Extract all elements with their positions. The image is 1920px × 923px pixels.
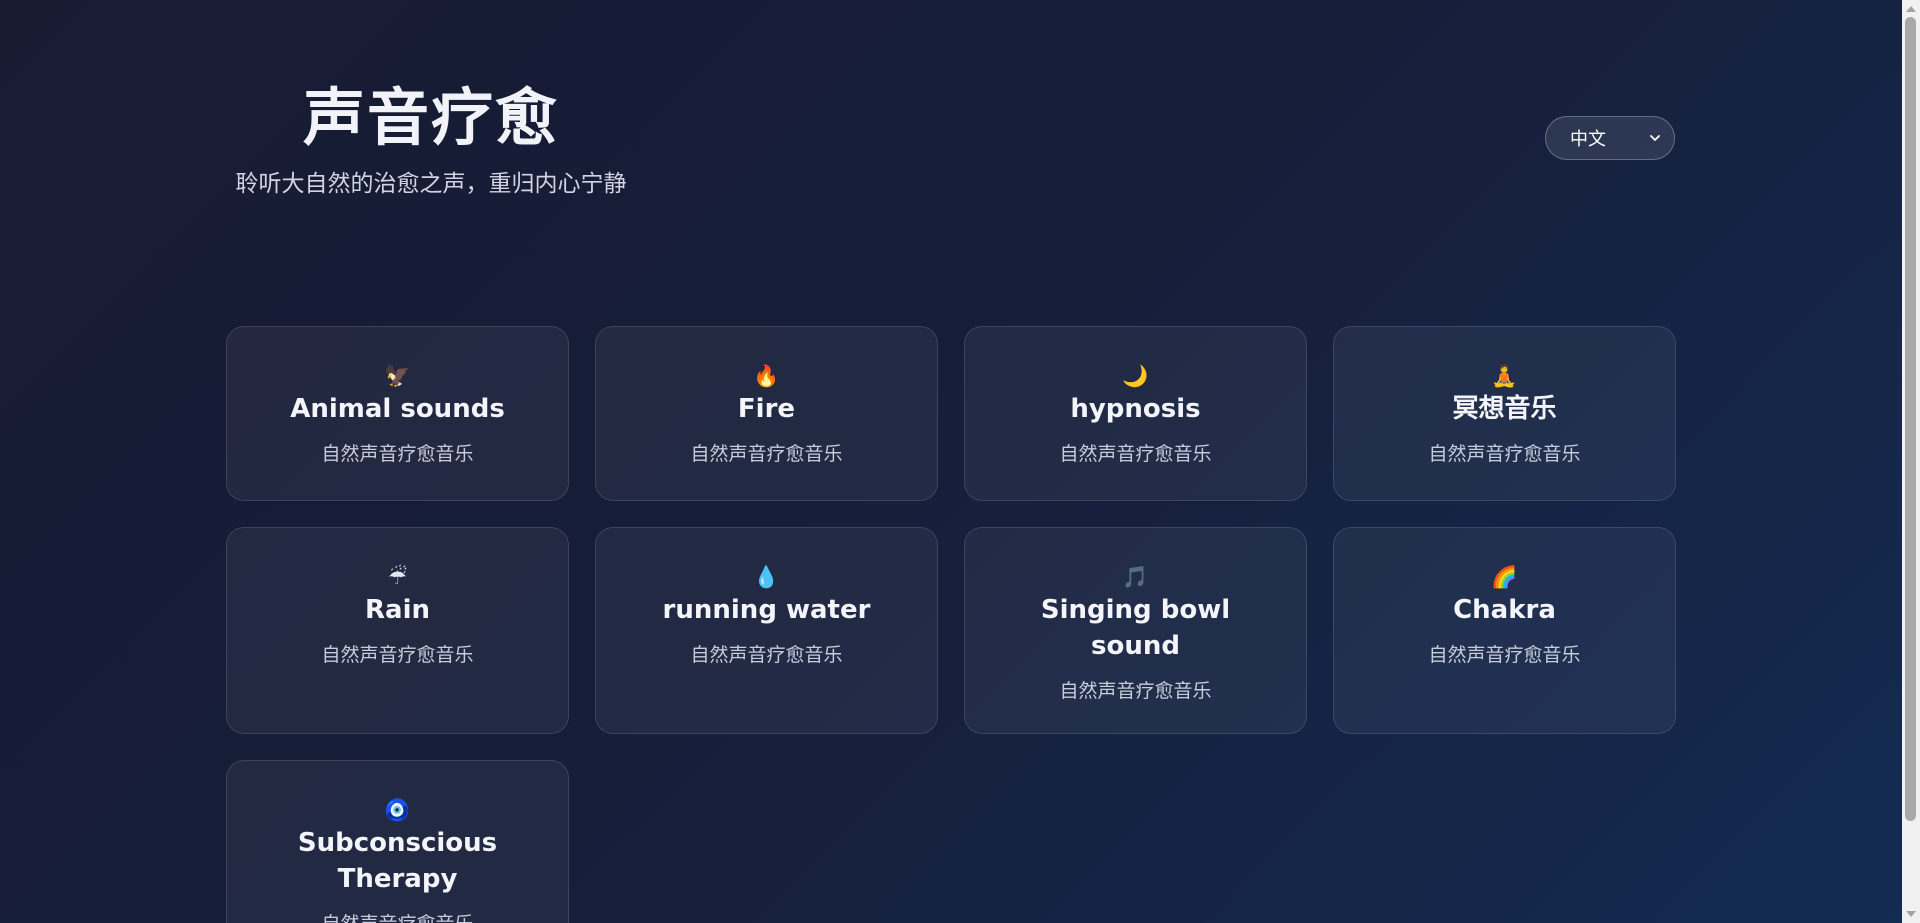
- card-title: Subconscious Therapy: [297, 828, 498, 894]
- card-title: 冥想音乐: [1452, 394, 1557, 424]
- card-title: hypnosis: [1070, 394, 1201, 424]
- sound-card[interactable]: 💧 running water 自然声音疗愈音乐: [595, 527, 938, 734]
- vertical-scrollbar[interactable]: [1902, 0, 1920, 923]
- card-description: 自然声音疗愈音乐: [690, 644, 843, 666]
- language-select-value: 中文: [1570, 129, 1606, 150]
- fire-icon: 🔥: [753, 364, 780, 388]
- scroll-down-arrow-icon[interactable]: [1906, 911, 1916, 917]
- card-title: Chakra: [1453, 595, 1556, 625]
- sound-card[interactable]: 🦅 Animal sounds 自然声音疗愈音乐: [226, 326, 569, 501]
- scrollbar-thumb[interactable]: [1905, 17, 1916, 821]
- card-description: 自然声音疗愈音乐: [321, 644, 474, 666]
- sound-card[interactable]: ☔ Rain 自然声音疗愈音乐: [226, 527, 569, 734]
- sound-card[interactable]: 🔥 Fire 自然声音疗愈音乐: [595, 326, 938, 501]
- sound-category-grid: 🦅 Animal sounds 自然声音疗愈音乐 🔥 Fire 自然声音疗愈音乐…: [226, 326, 1676, 923]
- chevron-down-icon: [1650, 135, 1660, 141]
- page-subtitle: 聆听大自然的治愈之声，重归内心宁静: [235, 171, 627, 197]
- music-note-icon: 🎵: [1122, 565, 1149, 589]
- card-description: 自然声音疗愈音乐: [1428, 443, 1581, 465]
- card-description: 自然声音疗愈音乐: [690, 443, 843, 465]
- umbrella-rain-icon: ☔: [388, 565, 407, 589]
- sound-card[interactable]: 🧘 冥想音乐 自然声音疗愈音乐: [1333, 326, 1676, 501]
- language-select[interactable]: 中文: [1545, 116, 1675, 160]
- moon-icon: 🌙: [1122, 364, 1149, 388]
- meditation-icon: 🧘: [1491, 364, 1518, 388]
- card-description: 自然声音疗愈音乐: [321, 443, 474, 465]
- card-description: 自然声音疗愈音乐: [321, 909, 473, 923]
- card-title: Animal sounds: [290, 394, 505, 424]
- card-description: 自然声音疗愈音乐: [1428, 644, 1581, 666]
- sound-card[interactable]: 🌈 Chakra 自然声音疗愈音乐: [1333, 527, 1676, 734]
- sound-card[interactable]: 🌙 hypnosis 自然声音疗愈音乐: [964, 326, 1307, 501]
- card-title: running water: [662, 595, 871, 625]
- sound-card[interactable]: 🧿 Subconscious Therapy 自然声音疗愈音乐: [226, 760, 569, 923]
- rainbow-icon: 🌈: [1491, 565, 1518, 589]
- scroll-up-arrow-icon[interactable]: [1906, 6, 1916, 12]
- card-description: 自然声音疗愈音乐: [1059, 680, 1212, 702]
- eagle-icon: 🦅: [384, 364, 411, 388]
- water-drop-icon: 💧: [753, 565, 780, 589]
- card-description: 自然声音疗愈音乐: [1059, 443, 1212, 465]
- card-title: Fire: [737, 394, 796, 424]
- page-title: 声音疗愈: [302, 81, 559, 154]
- page-header: 声音疗愈 聆听大自然的治愈之声，重归内心宁静: [226, 78, 636, 198]
- card-title: Singing bowl sound: [1040, 595, 1231, 661]
- nazar-eye-icon: 🧿: [384, 798, 411, 822]
- card-title: Rain: [365, 595, 430, 625]
- page: 声音疗愈 聆听大自然的治愈之声，重归内心宁静 中文 🦅 Animal sound…: [0, 0, 1902, 923]
- sound-card[interactable]: 🎵 Singing bowl sound 自然声音疗愈音乐: [964, 527, 1307, 734]
